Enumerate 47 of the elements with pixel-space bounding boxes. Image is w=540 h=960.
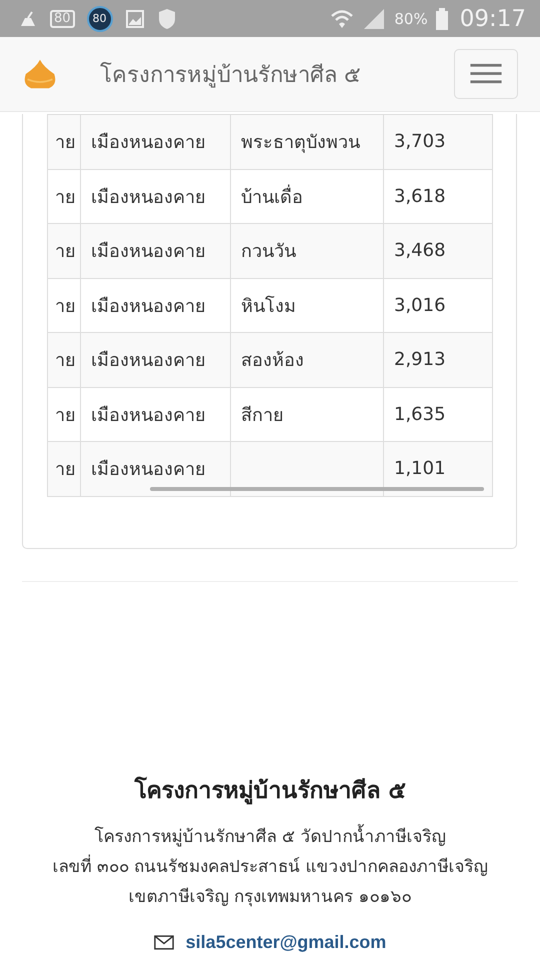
- menu-button[interactable]: [454, 49, 518, 99]
- address-line: โครงการหมู่บ้านรักษาศีล ๕ วัดปากน้ำภาษีเจริญ: [22, 822, 518, 852]
- table-cell: เมืองหนองคาย: [91, 241, 206, 262]
- table-cell: เมืองหนองคาย: [91, 459, 206, 480]
- cleaner-icon: [18, 8, 38, 28]
- table-cell: เมืองหนองคาย: [91, 186, 206, 208]
- battery-icon: [436, 8, 448, 30]
- table-cell: าย: [55, 132, 76, 154]
- email-link[interactable]: sila5center@gmail.com: [186, 932, 386, 953]
- table-cell: สองห้อง: [241, 350, 304, 372]
- logo-icon: [22, 58, 58, 90]
- image-icon: [124, 8, 145, 28]
- envelope-icon: [154, 935, 174, 950]
- table-cell: กวนวัน: [241, 241, 296, 262]
- table-cell: หินโงม: [241, 296, 296, 317]
- table-cell: 3,618: [394, 186, 446, 207]
- circle-badge-icon: 80: [86, 6, 113, 32]
- table-cell: เมืองหนองคาย: [91, 404, 206, 426]
- table-cell: พระธาตุบังพวน: [241, 132, 360, 154]
- table-cell: สีกาย: [241, 404, 284, 426]
- table-cell: าย: [55, 241, 76, 262]
- table-cell: าย: [55, 186, 76, 208]
- table-cell: าย: [55, 350, 76, 372]
- table-cell: เมืองหนองคาย: [91, 350, 206, 372]
- battery-saver-icon: 80: [50, 10, 75, 28]
- table-cell: 3,468: [394, 240, 446, 262]
- table-cell: 3,016: [394, 294, 446, 316]
- table-cell: 3,703: [394, 131, 446, 152]
- battery-percent: 80%: [394, 10, 428, 28]
- signal-icon: [362, 6, 386, 30]
- table-cell: าย: [55, 459, 76, 480]
- table-cell: บ้านเดื่อ: [241, 186, 303, 208]
- clock: 09:17: [460, 6, 526, 32]
- table-cell: าย: [55, 296, 76, 317]
- footer-title: โครงการหมู่บ้านรักษาศีล ๕: [133, 776, 406, 806]
- table-cell: เมืองหนองคาย: [91, 296, 206, 317]
- table-cell: าย: [55, 404, 76, 426]
- table-cell: เมืองหนองคาย: [91, 132, 206, 154]
- table-cell: 2,913: [394, 349, 446, 370]
- scrollbar[interactable]: [150, 486, 484, 490]
- site-title[interactable]: โครงการหมู่บ้านรักษาศีล ๕: [100, 56, 454, 92]
- shield-icon: [156, 8, 177, 30]
- table-cell: 1,101: [394, 458, 446, 480]
- menu-icon: [469, 63, 503, 85]
- table-cell: 1,635: [394, 404, 446, 425]
- address-line: เลขที่ ๓๐๐ ถนนรัชมงคลประสาธน์ แขวงปากคลองภาษีเจริญ: [22, 852, 518, 882]
- address-line: เขตภาษีเจริญ กรุงเทพมหานคร ๑๐๑๖๐: [128, 886, 412, 909]
